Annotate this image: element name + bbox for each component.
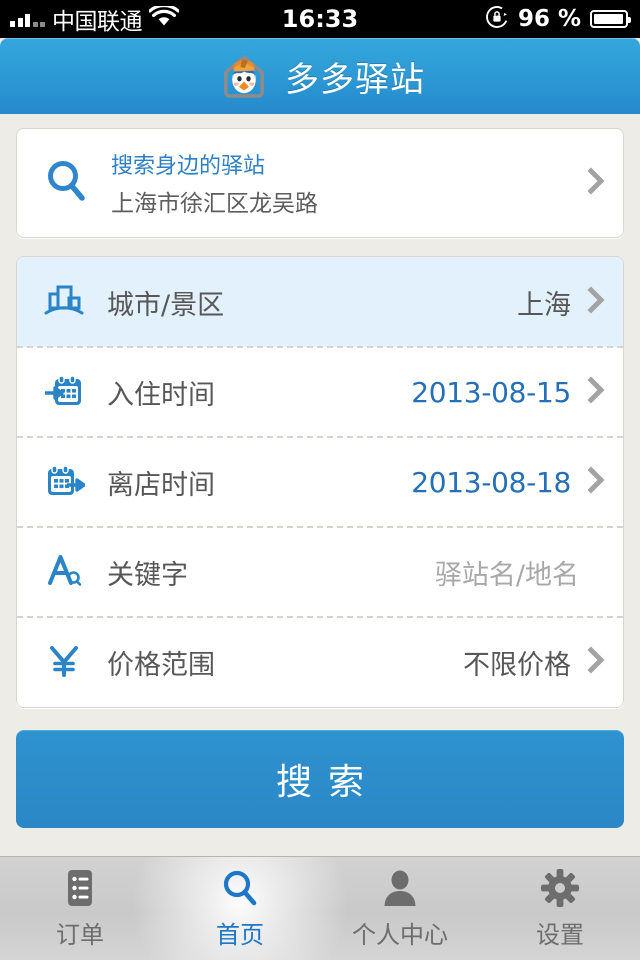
person-icon xyxy=(379,867,421,909)
rotation-lock-icon xyxy=(485,5,509,33)
status-bar-clock: 16:33 xyxy=(282,5,358,33)
tab-label-orders: 订单 xyxy=(56,915,104,950)
status-bar-left: 中国联通 xyxy=(10,2,179,36)
app-root: 中国联通 16:33 96 % xyxy=(0,0,640,960)
form-row-keyword[interactable]: 关键字 驿站名/地名 xyxy=(17,527,623,617)
order-list-icon xyxy=(59,867,101,909)
calendar-arrow-in-icon xyxy=(43,369,107,415)
form-label-city: 城市/景区 xyxy=(107,283,517,322)
battery-icon xyxy=(590,10,628,28)
form-row-city[interactable]: 城市/景区 上海 xyxy=(17,257,623,347)
gear-icon xyxy=(539,867,581,909)
chevron-right-icon xyxy=(587,285,605,319)
form-label-keyword: 关键字 xyxy=(107,553,435,592)
chevron-right-icon xyxy=(587,465,605,499)
form-row-price[interactable]: 价格范围 不限价格 xyxy=(17,617,623,707)
search-icon xyxy=(219,867,261,909)
tab-label-settings: 设置 xyxy=(536,915,584,950)
tab-profile[interactable]: 个人中心 xyxy=(320,857,480,960)
nearby-search-title: 搜索身边的驿站 xyxy=(111,148,587,180)
wifi-icon xyxy=(149,6,179,32)
nearby-search-address: 上海市徐汇区龙吴路 xyxy=(111,184,587,218)
form-value-price: 不限价格 xyxy=(463,643,571,682)
keyword-input-placeholder[interactable]: 驿站名/地名 xyxy=(435,553,579,592)
app-logo-chick-house-icon xyxy=(215,47,273,105)
yen-currency-icon xyxy=(43,639,107,685)
letter-a-search-icon xyxy=(43,549,107,595)
tab-settings[interactable]: 设置 xyxy=(480,857,640,960)
chevron-right-icon xyxy=(587,166,605,200)
search-magnifier-icon xyxy=(43,157,111,209)
calendar-arrow-out-icon xyxy=(43,459,107,505)
nearby-search-card[interactable]: 搜索身边的驿站 上海市徐汇区龙吴路 xyxy=(16,128,624,238)
form-row-checkin[interactable]: 入住时间 2013-08-15 xyxy=(17,347,623,437)
form-label-checkin: 入住时间 xyxy=(107,373,411,412)
battery-percentage: 96 % xyxy=(518,6,581,32)
main-content: 搜索身边的驿站 上海市徐汇区龙吴路 xyxy=(0,114,640,856)
chevron-right-icon xyxy=(587,375,605,409)
tab-orders[interactable]: 订单 xyxy=(0,857,160,960)
search-button[interactable]: 搜索 xyxy=(16,730,624,828)
app-header: 多多驿站 xyxy=(0,38,640,114)
form-value-city: 上海 xyxy=(517,283,571,322)
search-form-card: 城市/景区 上海 xyxy=(16,256,624,708)
tab-bar: 订单 首页 个人中心 xyxy=(0,856,640,960)
nearby-search-texts: 搜索身边的驿站 上海市徐汇区龙吴路 xyxy=(111,148,587,218)
form-value-checkin: 2013-08-15 xyxy=(411,376,571,409)
form-row-checkout[interactable]: 离店时间 2013-08-18 xyxy=(17,437,623,527)
chevron-right-icon xyxy=(587,645,605,679)
content-spacer xyxy=(16,828,624,856)
status-bar: 中国联通 16:33 96 % xyxy=(0,0,640,38)
status-bar-right: 96 % xyxy=(485,0,628,38)
tab-label-profile: 个人中心 xyxy=(352,915,448,950)
form-label-price: 价格范围 xyxy=(107,643,463,682)
form-label-checkout: 离店时间 xyxy=(107,463,411,502)
city-buildings-icon xyxy=(43,279,107,325)
carrier-name: 中国联通 xyxy=(52,2,142,36)
tab-home[interactable]: 首页 xyxy=(160,857,320,960)
signal-bars-icon xyxy=(10,11,45,27)
page-title: 多多驿站 xyxy=(285,52,425,101)
form-value-checkout: 2013-08-18 xyxy=(411,466,571,499)
tab-label-home: 首页 xyxy=(216,915,264,950)
